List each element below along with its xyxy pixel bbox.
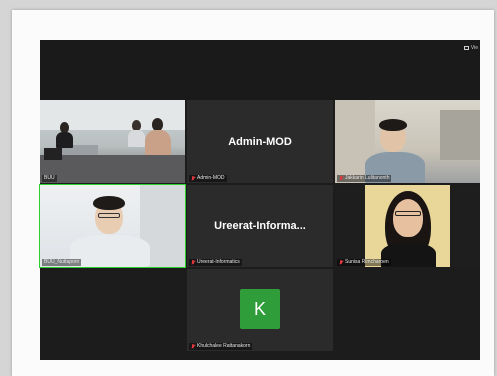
participant-tile-admin-mod[interactable]: Admin-MOD Admin-MOD: [187, 100, 333, 183]
participant-name-label: BUU: [42, 175, 57, 182]
participant-name-label: Admin-MOD: [189, 175, 227, 182]
participant-video: [365, 185, 450, 267]
participant-display-name: Ureerat-Informa...: [214, 220, 306, 232]
participant-tile-buu-nuttaporn[interactable]: BUU_Nuttaporn: [39, 184, 186, 268]
participant-tile-ureerat[interactable]: Ureerat-Informa... Ureerat-Informatics: [187, 185, 333, 267]
mic-muted-icon: [191, 176, 195, 181]
participant-name-label: Sunisa Rimcharoen: [337, 259, 391, 266]
zoom-meeting-window: Vie BUU Admin-MOD Admin-MOD Jakkarin Lul…: [39, 40, 480, 360]
participant-name-label: Khulchalee Rattanakorn: [189, 343, 253, 350]
participant-name: Khulchalee Rattanakorn: [197, 343, 251, 349]
participant-tile-khulchalee[interactable]: K Khulchalee Rattanakorn: [187, 269, 333, 351]
participant-name: BUU: [44, 175, 55, 181]
participant-name: BUU_Nuttaporn: [44, 259, 80, 265]
top-bar: Vie: [40, 40, 480, 100]
grid-view-icon: [463, 46, 469, 50]
participant-tile-sunisa[interactable]: Sunisa Rimcharoen: [335, 185, 480, 267]
mic-muted-icon: [339, 176, 343, 181]
view-button-label: Vie: [470, 45, 478, 51]
mic-muted-icon: [191, 260, 195, 265]
participant-name: Ureerat-Informatics: [197, 259, 240, 265]
participant-tile-buu[interactable]: BUU: [40, 100, 185, 183]
participant-name: Jakkarin Lulitanonth: [345, 175, 390, 181]
participant-avatar: K: [240, 289, 280, 329]
mic-muted-icon: [339, 260, 343, 265]
participant-name: Admin-MOD: [197, 175, 225, 181]
participant-video: [335, 100, 480, 183]
participant-display-name: Admin-MOD: [228, 135, 292, 148]
mic-muted-icon: [191, 344, 195, 349]
participant-name-label: Jakkarin Lulitanonth: [337, 175, 392, 182]
participant-video: [40, 100, 185, 183]
participant-name-label: BUU_Nuttaporn: [42, 259, 82, 266]
participant-video: [40, 185, 185, 267]
participant-tile-jakkarin[interactable]: Jakkarin Lulitanonth: [335, 100, 480, 183]
view-button[interactable]: Vie: [463, 43, 478, 53]
participant-name-label: Ureerat-Informatics: [189, 259, 242, 266]
participant-name: Sunisa Rimcharoen: [345, 259, 389, 265]
